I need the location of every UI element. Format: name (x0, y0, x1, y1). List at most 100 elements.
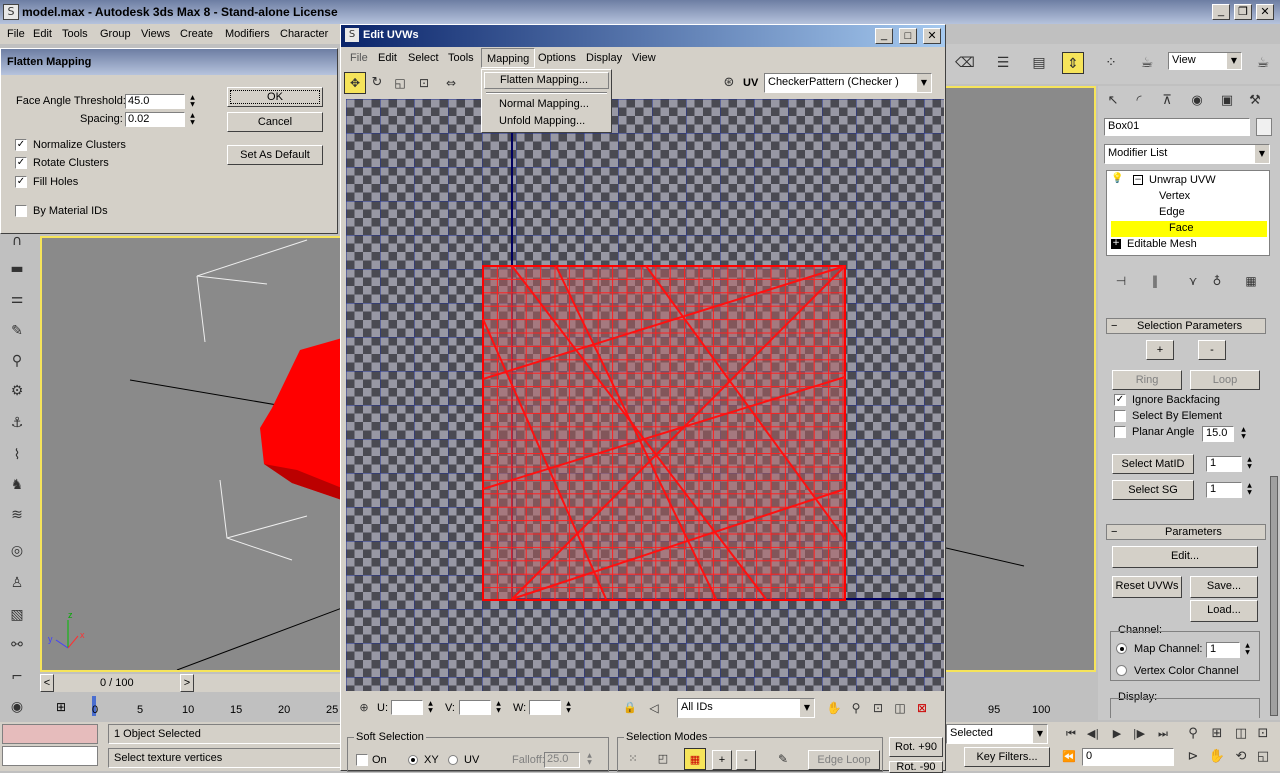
load-button[interactable]: Load... (1190, 600, 1258, 622)
map-channel-radio[interactable] (1116, 643, 1127, 654)
uvw-menu-file[interactable]: File (345, 48, 373, 68)
spacing-field[interactable]: 0.02 (125, 112, 185, 127)
paint-icon[interactable]: ⚲ (6, 350, 28, 372)
menu-item-normal-mapping[interactable]: Normal Mapping... (484, 97, 609, 114)
menu-group[interactable]: Group (95, 24, 136, 44)
ring-button[interactable]: Ring (1112, 370, 1182, 390)
w-field[interactable] (529, 700, 561, 715)
falloff-field[interactable]: 25.0 (544, 752, 580, 768)
track-bar-right[interactable]: 95 100 (946, 694, 1096, 720)
orbit-icon[interactable]: ⟲ (1230, 746, 1252, 768)
sg-field[interactable]: 1 (1206, 482, 1242, 498)
menu-item-flatten-mapping[interactable]: Flatten Mapping... (484, 72, 609, 89)
scale-icon[interactable]: ◱ (389, 72, 411, 94)
pin-stack-icon[interactable]: ⊣ (1110, 270, 1132, 292)
make-unique-icon[interactable]: ⋎ (1182, 270, 1204, 292)
next-frame-icon[interactable]: |▶ (1128, 723, 1150, 745)
bone-icon[interactable]: ⚓ (6, 412, 28, 434)
uvw-minimize-button[interactable]: _ (875, 28, 893, 44)
move-icon[interactable]: ✥ (344, 72, 366, 94)
track-icon[interactable]: ⊞ (46, 696, 76, 718)
pan-icon[interactable]: ✋ (823, 697, 845, 719)
grow-button[interactable]: + (712, 750, 732, 770)
soft-selection-on-checkbox[interactable] (356, 754, 368, 766)
menu-edit[interactable]: Edit (28, 24, 57, 44)
left-viewport[interactable]: z x y (40, 236, 340, 672)
uvw-menu-tools[interactable]: Tools (443, 48, 479, 68)
edit-uvw-button[interactable]: Edit... (1112, 546, 1258, 568)
loop-button[interactable]: Loop (1190, 370, 1260, 390)
menu-views[interactable]: Views (136, 24, 175, 44)
v-spinner[interactable]: ▲ ▼ (493, 700, 504, 716)
menu-item-unfold-mapping[interactable]: Unfold Mapping... (484, 114, 609, 131)
planar-angle-spinner[interactable]: ▲ ▼ (1238, 426, 1249, 442)
uvw-maximize-button[interactable]: □ (899, 28, 917, 44)
rotate-plus-90-button[interactable]: Rot. +90 (889, 737, 943, 757)
v-field[interactable] (459, 700, 491, 715)
w-spinner[interactable]: ▲ ▼ (563, 700, 574, 716)
select-by-element-checkbox[interactable] (1114, 410, 1126, 422)
fov-icon[interactable]: ⊳ (1182, 746, 1204, 768)
reset-uvws-button[interactable]: Reset UVWs (1112, 576, 1182, 598)
gear-icon[interactable]: ⚙ (6, 380, 28, 402)
vertex-mode-icon[interactable]: ⁙ (622, 748, 644, 770)
right-viewport[interactable] (946, 86, 1096, 672)
save-button[interactable]: Save... (1190, 576, 1258, 598)
spacing-spinner[interactable]: ▲ ▼ (187, 112, 198, 128)
matid-field[interactable]: 1 (1206, 456, 1242, 472)
face-angle-spinner[interactable]: ▲ ▼ (187, 94, 198, 110)
restore-button[interactable]: ❐ (1234, 4, 1252, 20)
u-field[interactable] (391, 700, 423, 715)
map-channel-field[interactable]: 1 (1206, 642, 1240, 658)
rotate-clusters-checkbox[interactable]: ✓ (15, 157, 27, 169)
zoom-icon[interactable]: ⚲ (1182, 723, 1204, 745)
by-material-ids-checkbox[interactable] (15, 205, 27, 217)
absolute-toggle-icon[interactable]: ⊕ (353, 697, 375, 719)
time-prev-button[interactable]: < (40, 674, 54, 692)
face-mode-icon[interactable]: ▦ (684, 748, 706, 770)
utilities-tab-icon[interactable]: ⚒ (1244, 90, 1266, 112)
uvw-menu-options[interactable]: Options (533, 48, 581, 68)
tape-icon[interactable]: ◉ (6, 696, 28, 718)
link-icon[interactable]: ⚯ (6, 634, 28, 656)
menu-character[interactable]: Character (275, 24, 333, 44)
modifier-list-select[interactable]: Modifier List ▼ (1104, 144, 1270, 164)
cancel-button[interactable]: Cancel (227, 112, 323, 132)
object-name-field[interactable]: Box01 (1104, 118, 1250, 136)
goto-end-icon[interactable]: ⏭ (1152, 723, 1174, 745)
zoom-all-icon[interactable]: ⊞ (1206, 723, 1228, 745)
ids-select[interactable]: All IDs ▼ (677, 698, 815, 718)
select-sg-button[interactable]: Select SG (1112, 480, 1194, 500)
ignore-backfacing-checkbox[interactable]: ✓ (1114, 394, 1126, 406)
view-select[interactable]: View ▼ (1168, 52, 1242, 70)
biped-icon[interactable]: ♙ (6, 572, 28, 594)
uvw-menu-edit[interactable]: Edit (373, 48, 402, 68)
face-angle-field[interactable]: 45.0 (125, 94, 185, 109)
edge-mode-icon[interactable]: ◰ (652, 748, 674, 770)
key-mode-select[interactable]: Selected ▼ (946, 724, 1048, 744)
material-editor-icon[interactable]: ⁘ (1100, 52, 1122, 74)
selection-params-rollout-header[interactable]: − Selection Parameters (1106, 318, 1266, 334)
stack-item-vertex[interactable]: Vertex (1111, 189, 1267, 205)
menu-tools[interactable]: Tools (57, 24, 93, 44)
planar-angle-checkbox[interactable] (1114, 426, 1126, 438)
shrink-button[interactable]: - (736, 750, 756, 770)
pan-icon[interactable]: ✋ (1206, 746, 1228, 768)
maximize-viewport-icon[interactable]: ◱ (1252, 746, 1274, 768)
uv-editor-canvas[interactable] (346, 99, 944, 691)
fill-holes-checkbox[interactable]: ✓ (15, 176, 27, 188)
matid-spinner[interactable]: ▲ ▼ (1244, 456, 1255, 472)
remove-modifier-icon[interactable]: ♁ (1206, 270, 1228, 292)
normalize-clusters-checkbox[interactable]: ✓ (15, 139, 27, 151)
panel-scrollbar[interactable] (1270, 476, 1278, 716)
map-channel-spinner[interactable]: ▲ ▼ (1242, 642, 1253, 658)
menu-file[interactable]: File (2, 24, 30, 44)
grow-selection-button[interactable]: + (1146, 340, 1174, 360)
mirror-icon[interactable]: ▬ (6, 258, 28, 280)
freeform-icon[interactable]: ⊡ (413, 72, 435, 94)
paint-select-icon[interactable]: ✎ (772, 748, 794, 770)
falloff-spinner[interactable]: ▲ ▼ (584, 752, 595, 768)
sheet-icon[interactable]: ▧ (6, 604, 28, 626)
display-tab-icon[interactable]: ▣ (1216, 90, 1238, 112)
goto-start-icon[interactable]: ⏮ (1060, 723, 1082, 745)
